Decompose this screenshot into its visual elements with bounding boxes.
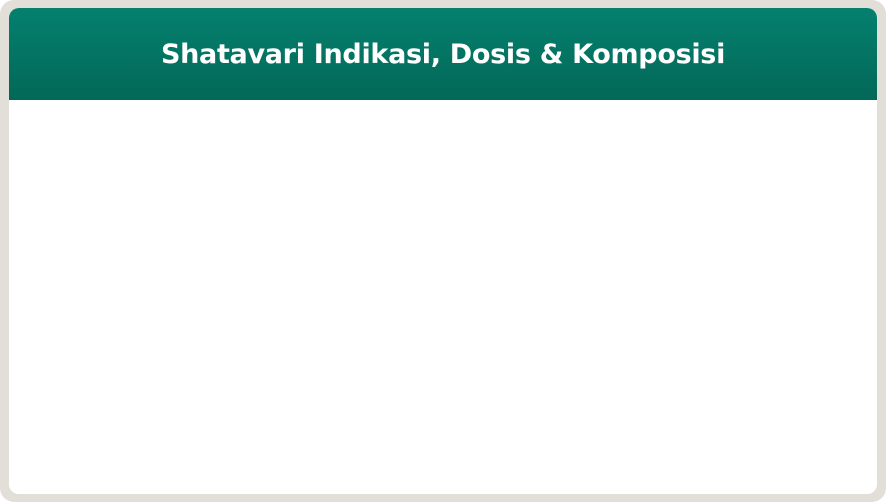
card-content xyxy=(9,100,877,494)
info-card: Shatavari Indikasi, Dosis & Komposisi xyxy=(9,8,877,494)
card-header: Shatavari Indikasi, Dosis & Komposisi xyxy=(9,8,877,100)
card-title: Shatavari Indikasi, Dosis & Komposisi xyxy=(160,38,726,70)
panel-frame: Shatavari Indikasi, Dosis & Komposisi xyxy=(0,0,886,502)
